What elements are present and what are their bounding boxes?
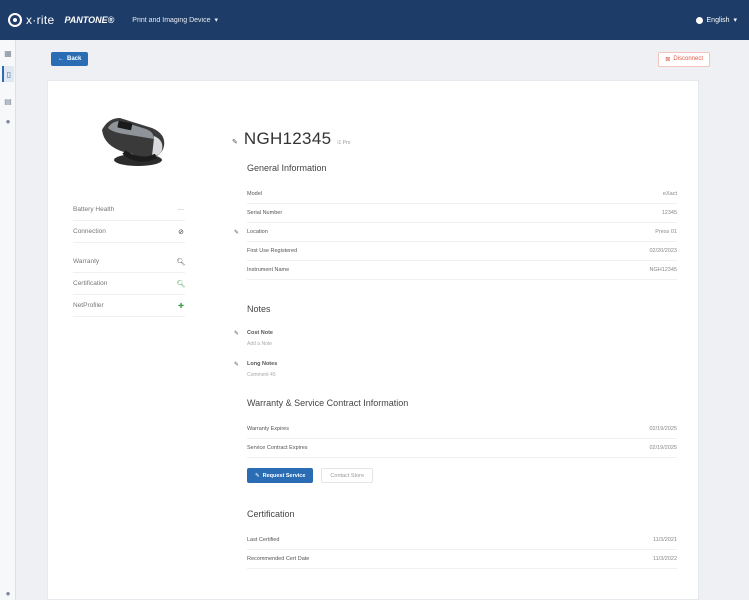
general-info-table: Model eXact Serial Number 12345 ✎ Locati…	[232, 185, 677, 280]
device-image	[102, 118, 165, 166]
device-type-menu[interactable]: Print and Imaging Device ▾	[132, 16, 219, 25]
warranty-label: Warranty	[73, 258, 100, 265]
warranty-expires-label: Warranty Expires	[247, 426, 289, 432]
warranty-row[interactable]: Warranty 🔍︎	[73, 251, 185, 273]
nav-reports-icon[interactable]: ▤	[3, 96, 13, 106]
edit-note-pencil-icon[interactable]: ✎	[234, 361, 239, 368]
device-type-label: Print and Imaging Device	[132, 16, 211, 24]
nav-devices-icon[interactable]: ▯	[2, 66, 14, 82]
certification-title: Certification	[247, 509, 295, 519]
certification-search-icon: 🔍︎	[176, 280, 186, 288]
brand[interactable]: x·rite	[8, 13, 54, 27]
request-service-button[interactable]: ✎ Request Service	[247, 468, 314, 483]
warranty-actions: ✎ Request Service Contact Store	[247, 468, 677, 483]
general-info-row: First Use Registered 02/20/2023	[247, 242, 677, 261]
request-service-label: Request Service	[262, 472, 306, 479]
warranty-expires-value: 02/19/2025	[649, 426, 677, 432]
note-text: Comment 45	[247, 372, 276, 378]
nav-settings-icon[interactable]: ●	[3, 116, 13, 126]
device-subtitle: i1 Pro	[337, 140, 351, 146]
note-item: ✎ Long Notes Comment 45	[234, 361, 677, 378]
model-value: eXact	[662, 191, 677, 197]
certification-table: Last Certified 11/3/2021 Recommended Cer…	[232, 531, 677, 569]
recommended-cert-label: Recommended Cert Date	[247, 556, 310, 562]
general-info-title: General Information	[247, 163, 327, 173]
location-value: Press 01	[655, 229, 677, 235]
edit-location-pencil-icon[interactable]: ✎	[234, 229, 239, 236]
certification-row[interactable]: Certification 🔍︎	[73, 273, 185, 295]
general-info-row: Serial Number 12345	[247, 204, 677, 223]
instrument-name-value: NGH12345	[649, 267, 677, 273]
serial-number-value: 12345	[661, 210, 677, 216]
arrow-left-icon: ←	[58, 56, 64, 62]
battery-health-value: ---	[178, 206, 184, 213]
pantone-logo: PANTONE®	[64, 15, 115, 25]
warranty-info-row: Service Contract Expires 02/19/2025	[247, 439, 677, 458]
netprofiler-row[interactable]: NetProfiler ✚	[73, 295, 185, 317]
certification-row: Last Certified 11/3/2021	[247, 531, 677, 550]
nav-help-icon[interactable]: ●	[3, 588, 13, 598]
contact-store-label: Contact Store	[330, 472, 365, 479]
top-bar: x·rite PANTONE® Print and Imaging Device…	[0, 0, 749, 40]
battery-health-row: Battery Health ---	[73, 199, 185, 221]
language-label: English	[706, 16, 730, 24]
certification-row: Recommended Cert Date 11/3/2022	[247, 550, 677, 569]
serial-number-label: Serial Number	[247, 210, 283, 216]
service-contract-value: 02/19/2025	[649, 445, 677, 451]
status-list: Battery Health --- Connection ⊘ Warranty…	[73, 199, 185, 317]
xrite-logo-icon	[8, 13, 22, 27]
netprofiler-icon: ✚	[178, 302, 184, 310]
warranty-info-title: Warranty & Service Contract Information	[247, 398, 409, 408]
last-certified-value: 11/3/2021	[652, 537, 677, 543]
note-title: Long Notes	[247, 361, 278, 367]
note-item: ✎ Cost Note Add a Note	[234, 330, 677, 347]
location-label: Location	[247, 229, 268, 235]
edit-name-pencil-icon[interactable]: ✎	[232, 138, 238, 146]
contact-store-button[interactable]: Contact Store	[321, 468, 374, 483]
general-info-row: ✎ Location Press 01	[234, 223, 677, 242]
language-selector[interactable]: English ▾	[695, 16, 737, 24]
nav-home-icon[interactable]: ▦	[3, 48, 13, 58]
chevron-down-icon: ▾	[214, 17, 219, 24]
chevron-down-icon: ▾	[733, 17, 737, 24]
disconnect-button[interactable]: ⊠ Disconnect	[658, 51, 710, 67]
notes-title: Notes	[247, 304, 271, 314]
connection-status-icon: ⊘	[178, 228, 184, 236]
device-name-row: ✎ NGH12345 i1 Pro	[232, 129, 677, 149]
warranty-search-icon: 🔍︎	[176, 258, 186, 266]
note-title: Cost Note	[247, 330, 273, 336]
warranty-info-table: Warranty Expires 02/19/2025 Service Cont…	[232, 420, 677, 458]
general-info-row: Model eXact	[247, 185, 677, 204]
side-nav: ▦ ▯ ▤ ● ●	[0, 40, 16, 600]
certification-label: Certification	[73, 280, 108, 287]
trash-icon: ⊠	[665, 56, 671, 63]
device-detail-card: Battery Health --- Connection ⊘ Warranty…	[47, 80, 699, 600]
warranty-info-row: Warranty Expires 02/19/2025	[247, 420, 677, 439]
first-use-label: First Use Registered	[247, 248, 298, 254]
device-name: NGH12345	[243, 129, 332, 148]
general-info-row: Instrument Name NGH12345	[247, 261, 677, 280]
globe-icon	[695, 16, 703, 24]
service-contract-label: Service Contract Expires	[247, 445, 308, 451]
back-label: Back	[67, 56, 82, 62]
wrench-icon: ✎	[255, 472, 260, 479]
device-info-panel: ✎ NGH12345 i1 Pro General Information Mo…	[232, 129, 677, 569]
recommended-cert-value: 11/3/2022	[652, 556, 677, 562]
last-certified-label: Last Certified	[247, 537, 280, 543]
instrument-name-label: Instrument Name	[247, 267, 290, 273]
first-use-value: 02/20/2023	[649, 248, 677, 254]
model-label: Model	[247, 191, 262, 197]
edit-note-pencil-icon[interactable]: ✎	[234, 330, 239, 337]
netprofiler-label: NetProfiler	[73, 302, 104, 309]
connection-label: Connection	[73, 228, 106, 235]
brand-logo-text: x·rite	[26, 13, 55, 27]
note-text: Add a Note	[247, 341, 273, 347]
disconnect-label: Disconnect	[673, 56, 703, 62]
back-button[interactable]: ← Back	[51, 52, 89, 66]
connection-row: Connection ⊘	[73, 221, 185, 243]
action-bar: ← Back ⊠ Disconnect	[16, 40, 749, 78]
battery-health-label: Battery Health	[73, 206, 115, 213]
